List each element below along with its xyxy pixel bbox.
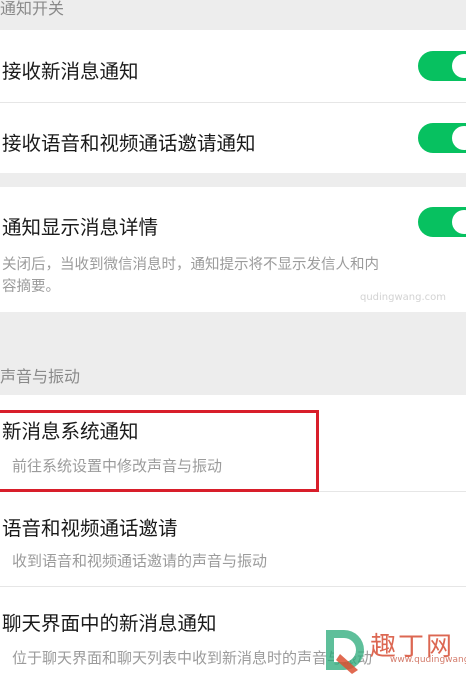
row-title-receive-call-invite: 接收语音和视频通话邀请通知 xyxy=(2,132,256,155)
row-title-show-message-details: 通知显示消息详情 xyxy=(2,216,159,239)
watermark-url: www.qudingwang.com xyxy=(390,655,466,665)
notification-settings-page: 通知开关 接收新消息通知 接收语音和视频通话邀请通知 通知显示消息详情 关闭后，… xyxy=(0,0,466,675)
details-description-line1: 关闭后，当收到微信消息时，通知提示将不显示发信人和内 xyxy=(2,257,379,273)
row-receive-new-message[interactable]: 接收新消息通知 xyxy=(0,30,466,102)
row-receive-call-invite[interactable]: 接收语音和视频通话邀请通知 xyxy=(0,103,466,173)
section-header-label: 声音与振动 xyxy=(0,367,81,386)
row-title-call-invite-sound: 语音和视频通话邀请 xyxy=(2,517,178,540)
row-title-in-chat-message: 聊天界面中的新消息通知 xyxy=(2,612,217,635)
row-subtitle-call-invite-sound: 收到语音和视频通话邀请的声音与振动 xyxy=(12,552,268,570)
toggle-show-message-details[interactable] xyxy=(418,207,466,237)
toggle-receive-new-message[interactable] xyxy=(418,51,466,81)
toggle-knob xyxy=(452,54,466,78)
row-title-receive-new-message: 接收新消息通知 xyxy=(2,60,139,83)
watermark-faint-text: qudingwang.com xyxy=(360,292,447,303)
row-call-invite-sound[interactable]: 语音和视频通话邀请 收到语音和视频通话邀请的声音与振动 xyxy=(0,492,466,586)
details-description-line2: 容摘要。 xyxy=(2,279,60,295)
toggle-knob xyxy=(452,126,466,150)
section-header-label: 通知开关 xyxy=(0,0,65,18)
highlight-annotation-box xyxy=(0,410,319,492)
section-header-sound-vibration: 声音与振动 xyxy=(0,360,466,394)
toggle-knob xyxy=(452,210,466,234)
section-header-notification-switches: 通知开关 xyxy=(0,0,466,28)
toggle-receive-call-invite[interactable] xyxy=(418,123,466,153)
